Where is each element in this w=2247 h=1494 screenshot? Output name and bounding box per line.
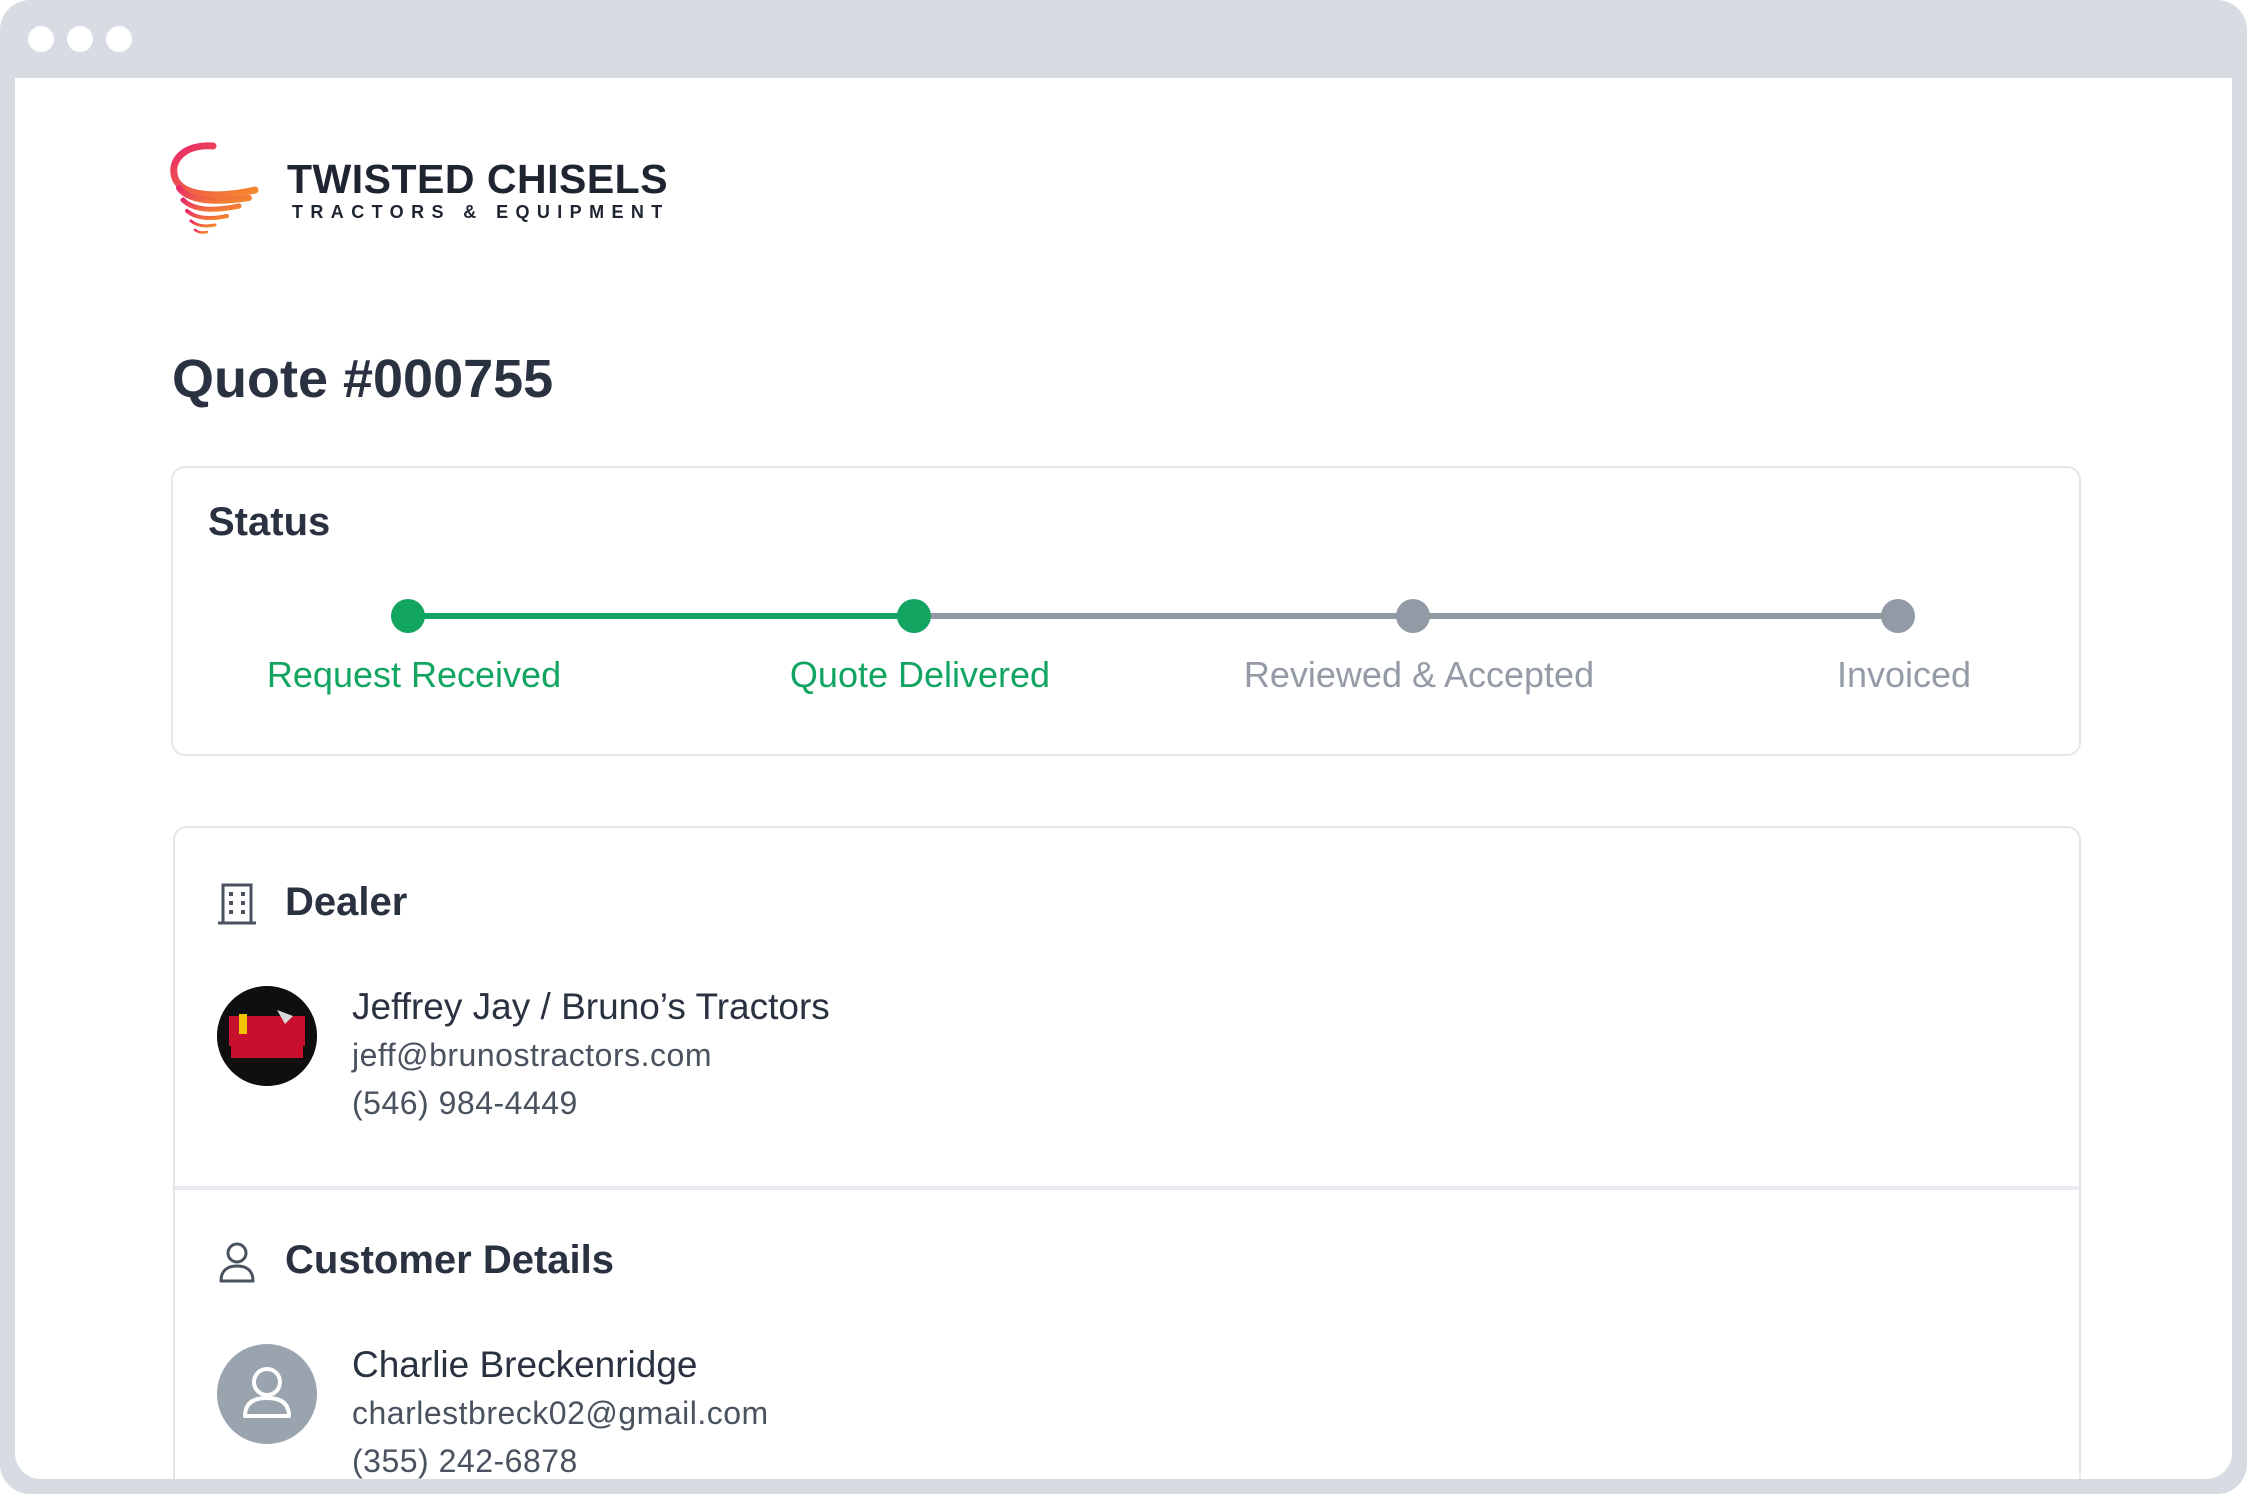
user-placeholder-icon <box>243 1367 291 1418</box>
status-track-segment <box>914 613 1413 619</box>
window-close-dot[interactable] <box>28 26 54 52</box>
customer-section-title: Customer Details <box>285 1238 614 1282</box>
status-step-node <box>897 599 931 633</box>
customer-name: Charlie Breckenridge <box>352 1344 698 1385</box>
status-card: Status Request Received Quote Delivered Re… <box>171 466 2081 756</box>
status-track-segment <box>1413 613 1898 619</box>
status-step-label: Reviewed & Accepted <box>1243 654 1595 695</box>
user-icon <box>219 1242 255 1283</box>
section-divider <box>175 1186 2079 1190</box>
dealer-email[interactable]: jeff@brunostractors.com <box>352 1037 712 1074</box>
status-step-label: Invoiced <box>1836 654 1972 695</box>
status-step-node <box>391 599 425 633</box>
dealer-logo-image <box>217 986 317 1086</box>
status-step-node <box>1881 599 1915 633</box>
dealer-section-title: Dealer <box>285 880 408 924</box>
brand-logo[interactable]: TWISTED CHISELS <box>165 138 669 248</box>
dealer-name: Jeffrey Jay / Bruno’s Tractors <box>352 986 830 1027</box>
building-icon <box>218 883 256 925</box>
dealer-avatar[interactable] <box>217 986 317 1086</box>
customer-email[interactable]: charlestbreck02@gmail.com <box>352 1395 769 1432</box>
status-step-node <box>1396 599 1430 633</box>
swirl-logo-icon <box>170 142 259 234</box>
status-step-label: Quote Delivered <box>789 654 1051 695</box>
page-title: Quote #000755 <box>172 349 554 409</box>
window-maximize-dot[interactable] <box>106 26 132 52</box>
dealer-phone[interactable]: (546) 984-4449 <box>352 1085 578 1122</box>
brand-name: TWISTED CHISELS <box>287 156 669 202</box>
status-step-label: Request Received <box>266 654 562 695</box>
window-controls <box>28 26 132 52</box>
window-minimize-dot[interactable] <box>67 26 93 52</box>
customer-phone[interactable]: (355) 242-6878 <box>352 1443 578 1479</box>
status-title: Status <box>208 500 331 544</box>
contacts-card: Dealer Jeffrey Jay / Bruno’s Tractors je… <box>173 826 2081 1479</box>
browser-window: TWISTED CHISELS TRACTORS & EQUIPMENT Quo… <box>0 0 2247 1494</box>
customer-avatar[interactable] <box>217 1344 317 1444</box>
page-viewport: TWISTED CHISELS TRACTORS & EQUIPMENT Quo… <box>15 78 2232 1479</box>
status-track-segment <box>408 613 914 619</box>
brand-tagline: TRACTORS & EQUIPMENT <box>292 202 670 222</box>
